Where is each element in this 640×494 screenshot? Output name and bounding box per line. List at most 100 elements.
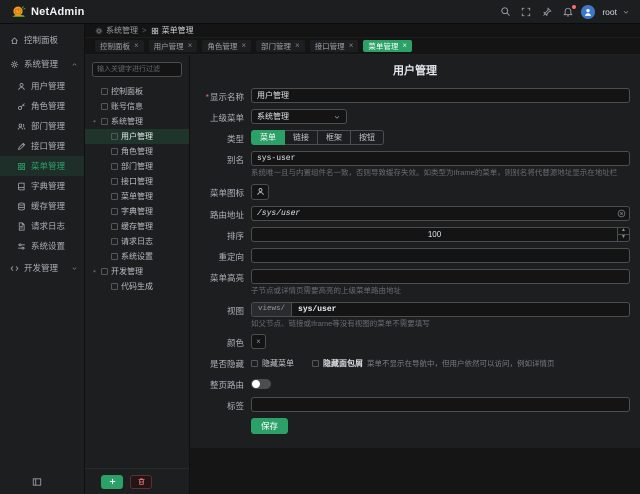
fullscreen-icon[interactable] — [518, 4, 534, 20]
tree-node-request-logs[interactable]: 请求日志 — [85, 234, 189, 249]
hide-breadcrumb-checkbox[interactable] — [312, 360, 319, 367]
checkbox[interactable] — [111, 283, 118, 290]
close-icon[interactable]: × — [241, 42, 246, 50]
close-icon[interactable]: × — [295, 42, 300, 50]
tab-departments[interactable]: 部门管理× — [256, 40, 305, 52]
tree-node-dashboard[interactable]: 控制面板 — [85, 84, 189, 99]
avatar[interactable] — [581, 5, 595, 19]
tab-bar: 控制面板× 用户管理× 角色管理× 部门管理× 接口管理 × 菜单管理× — [85, 38, 640, 55]
alias-input[interactable] — [251, 151, 630, 166]
sidebar-item-departments[interactable]: 部门管理 — [0, 116, 84, 136]
checkbox[interactable] — [111, 148, 118, 155]
tree-node-users[interactable]: 用户管理 — [85, 129, 189, 144]
field-label: 路由地址 — [200, 206, 244, 221]
delete-menu-button[interactable] — [130, 475, 152, 489]
type-option-iframe[interactable]: 框架 — [318, 130, 351, 145]
tab-apis[interactable]: 接口管理 × — [310, 40, 359, 52]
tree-node-cache[interactable]: 缓存管理 — [85, 219, 189, 234]
add-menu-button[interactable] — [101, 475, 123, 489]
checkbox[interactable] — [111, 133, 118, 140]
sidebar-item-dashboard[interactable]: 控制面板 — [0, 28, 84, 52]
notification-badge — [571, 4, 577, 10]
close-icon[interactable]: × — [134, 42, 139, 50]
checkbox[interactable] — [111, 193, 118, 200]
breadcrumb-item-menus[interactable]: 菜单管理 — [151, 25, 194, 36]
sidebar-item-label: 接口管理 — [31, 140, 78, 152]
sidebar-item-menus[interactable]: 菜单管理 — [0, 156, 84, 176]
type-option-menu[interactable]: 菜单 — [251, 130, 285, 145]
tree-node-label: 菜单管理 — [121, 191, 153, 202]
route-input[interactable] — [251, 206, 630, 221]
sidebar-item-users[interactable]: 用户管理 — [0, 76, 84, 96]
checkbox[interactable] — [101, 118, 108, 125]
tree-node-codegen[interactable]: 代码生成 — [85, 279, 189, 294]
sidebar-collapse-icon[interactable] — [32, 477, 42, 487]
tab-menus[interactable]: 菜单管理× — [363, 40, 412, 52]
chevron-down-icon[interactable] — [622, 8, 630, 16]
close-icon[interactable]: × — [188, 42, 193, 50]
checkbox[interactable] — [101, 103, 108, 110]
hide-menu-checkbox[interactable] — [251, 360, 258, 367]
tree-node-dictionaries[interactable]: 字典管理 — [85, 204, 189, 219]
tags-input[interactable] — [251, 397, 630, 412]
search-icon[interactable] — [497, 4, 513, 20]
tab-label: 接口管理 — [315, 41, 345, 52]
sidebar-item-cache[interactable]: 缓存管理 — [0, 196, 84, 216]
tree-node-roles[interactable]: 角色管理 — [85, 144, 189, 159]
highlight-input[interactable] — [251, 269, 630, 284]
view-input[interactable]: views/ sys/user — [251, 302, 630, 317]
decrease-button[interactable]: ▼ — [618, 235, 629, 241]
breadcrumb-item-system[interactable]: 系统管理 — [95, 25, 138, 36]
type-option-link[interactable]: 链接 — [285, 130, 318, 145]
hide-breadcrumb-label: 隐藏面包屑 — [323, 358, 363, 369]
tree-node-development[interactable]: 开发管理 — [85, 264, 189, 279]
sidebar-item-dictionaries[interactable]: 字典管理 — [0, 176, 84, 196]
clear-icon[interactable] — [617, 209, 626, 218]
sidebar-item-development[interactable]: 开发管理 — [0, 256, 84, 280]
sidebar-item-roles[interactable]: 角色管理 — [0, 96, 84, 116]
checkbox[interactable] — [111, 238, 118, 245]
sidebar-item-apis[interactable]: 接口管理 — [0, 136, 84, 156]
tree-node-apis[interactable]: 接口管理 — [85, 174, 189, 189]
checkbox[interactable] — [111, 208, 118, 215]
save-button[interactable]: 保存 — [251, 418, 288, 434]
full-page-toggle[interactable] — [251, 379, 271, 389]
tree-node-account[interactable]: 账号信息 — [85, 99, 189, 114]
tab-dashboard[interactable]: 控制面板× — [95, 40, 144, 52]
color-picker-button[interactable]: × — [251, 334, 266, 349]
sidebar-item-system[interactable]: 系统管理 — [0, 52, 84, 76]
bell-icon[interactable] — [560, 4, 576, 20]
checkbox[interactable] — [111, 163, 118, 170]
key-icon — [17, 102, 26, 111]
tree-node-settings[interactable]: 系统设置 — [85, 249, 189, 264]
sort-number-input[interactable]: 100 ▲ ▼ — [251, 227, 630, 242]
display-name-input[interactable] — [251, 88, 630, 103]
tab-roles[interactable]: 角色管理× — [202, 40, 251, 52]
sidebar-item-settings[interactable]: 系统设置 — [0, 236, 84, 256]
caret-down-icon[interactable] — [91, 268, 98, 275]
close-icon[interactable]: × — [402, 42, 407, 50]
current-user[interactable]: root — [602, 7, 617, 17]
caret-down-icon[interactable] — [91, 118, 98, 125]
tree-node-departments[interactable]: 部门管理 — [85, 159, 189, 174]
pin-icon[interactable] — [539, 4, 555, 20]
parent-menu-select[interactable]: 系统管理 — [251, 109, 347, 124]
type-option-button[interactable]: 按钮 — [351, 130, 384, 145]
checkbox[interactable] — [111, 253, 118, 260]
tree-node-system[interactable]: 系统管理 — [85, 114, 189, 129]
tree-node-label: 字典管理 — [121, 206, 153, 217]
gear-icon — [95, 27, 103, 35]
tab-users[interactable]: 用户管理× — [149, 40, 198, 52]
close-icon[interactable]: × — [349, 42, 354, 50]
checkbox[interactable] — [101, 268, 108, 275]
checkbox[interactable] — [111, 178, 118, 185]
menu-icon-picker-button[interactable] — [251, 184, 269, 200]
tree-node-menus[interactable]: 菜单管理 — [85, 189, 189, 204]
checkbox[interactable] — [101, 88, 108, 95]
redirect-input[interactable] — [251, 248, 630, 263]
tree-filter-input[interactable] — [92, 62, 182, 77]
checkbox[interactable] — [111, 223, 118, 230]
sidebar-item-label: 系统管理 — [24, 58, 66, 70]
sidebar-item-request-logs[interactable]: 请求日志 — [0, 216, 84, 236]
sort-value: 100 — [252, 228, 617, 241]
